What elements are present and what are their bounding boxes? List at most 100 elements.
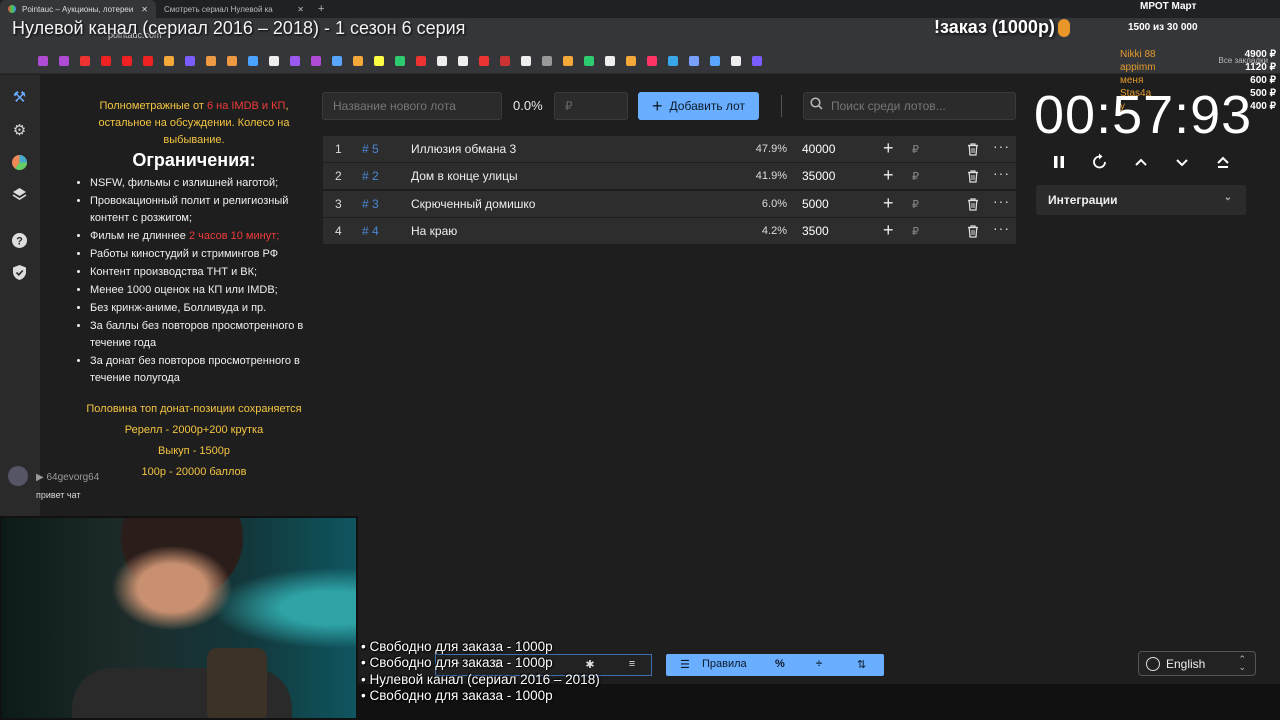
language-select[interactable]: English ⌃ ⌄: [1138, 651, 1256, 676]
sort-icon[interactable]: ⇅: [857, 658, 866, 671]
tab-serial[interactable]: Смотреть сериал Нулевой ка ✕: [156, 0, 312, 18]
bookmark-icon[interactable]: [605, 55, 615, 66]
lot-amount[interactable]: 5000: [802, 197, 829, 211]
lot-amount[interactable]: 35000: [802, 169, 835, 183]
more-options-icon[interactable]: ···: [993, 138, 1010, 154]
bookmark-icon[interactable]: [122, 55, 132, 66]
plus-icon[interactable]: +: [883, 138, 894, 159]
bookmark-icon[interactable]: [206, 55, 216, 66]
add-lot-button[interactable]: + Добавить лот: [638, 92, 759, 120]
plus-icon[interactable]: +: [883, 220, 894, 241]
bookmark-icon[interactable]: [80, 55, 90, 66]
bookmark-icon[interactable]: [731, 55, 741, 66]
rules-button[interactable]: Правила: [702, 658, 747, 670]
bookmark-icon[interactable]: [395, 55, 405, 66]
bookmark-icon[interactable]: [143, 55, 153, 66]
lot-tag[interactable]: # 3: [362, 197, 379, 211]
bookmark-icon[interactable]: [437, 55, 447, 66]
bookmark-icon[interactable]: [290, 55, 300, 66]
integrations-dropdown[interactable]: Интеграции ⌄: [1036, 185, 1246, 215]
bookmark-icon[interactable]: [38, 55, 48, 66]
bookmark-icon[interactable]: [710, 55, 720, 66]
lot-name[interactable]: Иллюзия обмана 3: [411, 142, 516, 156]
list-item: Фильм не длиннее 2 часов 10 минут;: [90, 228, 314, 245]
bookmark-icon[interactable]: [311, 55, 321, 66]
table-row[interactable]: 4 # 4 На краю 4.2% 3500 + ₽ ···: [323, 217, 1016, 244]
bookmark-icon[interactable]: [521, 55, 531, 66]
lot-amount[interactable]: 3500: [802, 224, 829, 238]
double-up-icon[interactable]: [1213, 152, 1233, 172]
layers-icon[interactable]: [11, 186, 28, 203]
bookmark-icon[interactable]: [668, 55, 678, 66]
bookmark-icon[interactable]: [626, 55, 636, 66]
bookmark-icon[interactable]: [500, 55, 510, 66]
close-tab-icon[interactable]: ✕: [141, 5, 148, 14]
bookmark-icon[interactable]: [563, 55, 573, 66]
bookmark-icon[interactable]: [647, 55, 657, 66]
more-options-icon[interactable]: ···: [993, 165, 1010, 181]
chevron-up-icon[interactable]: [1131, 152, 1151, 172]
gear-icon[interactable]: ⚙: [11, 122, 28, 139]
restart-icon[interactable]: [1090, 152, 1110, 172]
bookmark-icon[interactable]: [185, 55, 195, 66]
hammer-icon[interactable]: ⚒: [11, 89, 28, 106]
trash-icon[interactable]: [966, 142, 980, 156]
currency-icon[interactable]: ₽: [912, 170, 919, 183]
table-row[interactable]: 2 # 2 Дом в конце улицы 41.9% 35000 + ₽ ···: [323, 163, 1016, 190]
bookmark-icon[interactable]: [164, 55, 174, 66]
lot-tag[interactable]: # 2: [362, 169, 379, 183]
currency-icon[interactable]: ₽: [912, 198, 919, 211]
lot-tag[interactable]: # 4: [362, 224, 379, 238]
bookmark-icon[interactable]: [458, 55, 468, 66]
plus-icon[interactable]: +: [883, 165, 894, 186]
more-options-icon[interactable]: ···: [993, 220, 1010, 236]
table-row[interactable]: 3 # 3 Скрюченный домишко 6.0% 5000 + ₽ ···: [323, 190, 1016, 217]
new-lot-name-input[interactable]: Название нового лота: [322, 92, 502, 120]
table-row[interactable]: 1 # 5 Иллюзия обмана 3 47.9% 40000 + ₽ ···: [323, 136, 1016, 162]
help-icon[interactable]: ?: [11, 232, 28, 249]
lot-amount-input[interactable]: ₽: [554, 92, 628, 120]
lot-amount[interactable]: 40000: [802, 142, 835, 156]
bookmark-icon[interactable]: [227, 55, 237, 66]
trash-icon[interactable]: [966, 197, 980, 211]
lot-name[interactable]: Дом в конце улицы: [411, 169, 518, 183]
bookmark-icon[interactable]: [542, 55, 552, 66]
new-tab-icon[interactable]: +: [312, 3, 324, 15]
bookmark-icon[interactable]: [269, 55, 279, 66]
chevron-down-icon[interactable]: [1172, 152, 1192, 172]
list-icon[interactable]: ☰: [680, 658, 690, 671]
trash-icon[interactable]: [966, 224, 980, 238]
bookmark-icon[interactable]: [59, 55, 69, 66]
percent-icon[interactable]: %: [775, 658, 785, 670]
currency-icon[interactable]: ₽: [912, 143, 919, 156]
shield-icon[interactable]: [11, 264, 28, 281]
bookmark-icon[interactable]: [248, 55, 258, 66]
lot-search-input[interactable]: Поиск среди лотов...: [803, 92, 1016, 120]
webcam-mic: [207, 648, 267, 718]
lot-name[interactable]: Скрюченный домишко: [411, 197, 535, 211]
lot-tag[interactable]: # 5: [362, 142, 379, 156]
divide-icon[interactable]: ÷: [816, 658, 822, 670]
bookmark-icon[interactable]: [689, 55, 699, 66]
trash-icon[interactable]: [966, 169, 980, 183]
bookmark-icon[interactable]: [752, 55, 762, 66]
bookmark-icon[interactable]: [332, 55, 342, 66]
bookmark-icon[interactable]: [584, 55, 594, 66]
footer-line: Выкуп - 1500р: [158, 445, 230, 457]
lot-name[interactable]: На краю: [411, 224, 457, 238]
rules-footer: Половина топ донат-позиции сохраняется Р…: [74, 399, 314, 483]
search-icon: [810, 97, 823, 110]
close-tab-icon[interactable]: ✕: [297, 5, 304, 14]
plus-icon[interactable]: +: [883, 193, 894, 214]
pause-icon[interactable]: [1049, 152, 1069, 172]
bookmark-icon[interactable]: [374, 55, 384, 66]
more-options-icon[interactable]: ···: [993, 193, 1010, 209]
bookmark-icon[interactable]: [479, 55, 489, 66]
tab-pointauc[interactable]: Pointauc – Аукционы, лотереи ✕: [0, 0, 156, 18]
bookmark-icon[interactable]: [353, 55, 363, 66]
clear-list-icon[interactable]: ≡: [625, 658, 639, 672]
bookmark-icon[interactable]: [101, 55, 111, 66]
currency-icon[interactable]: ₽: [912, 225, 919, 238]
wheel-chart-icon[interactable]: [11, 154, 28, 171]
bookmark-icon[interactable]: [416, 55, 426, 66]
